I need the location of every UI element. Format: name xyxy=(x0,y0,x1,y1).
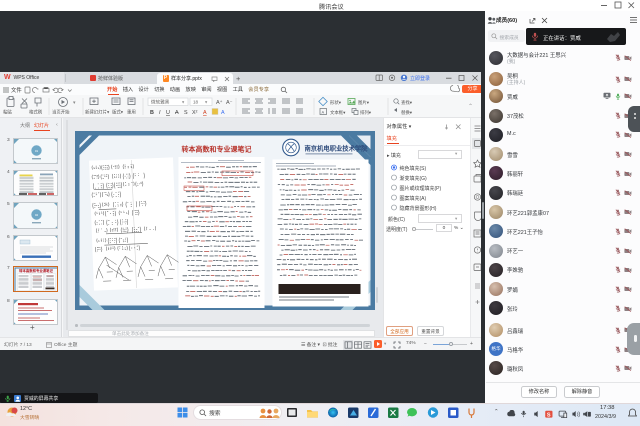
svg-text:A⁺: A⁺ xyxy=(216,99,223,106)
svg-text:U: U xyxy=(166,110,170,116)
svg-text:文本框▾: 文本框▾ xyxy=(330,109,345,116)
svg-text:形状▾: 形状▾ xyxy=(330,99,341,106)
svg-text:当页开始: 当页开始 xyxy=(52,109,70,116)
svg-text:▾: ▾ xyxy=(73,100,76,106)
svg-text:A⁻: A⁻ xyxy=(226,100,233,106)
svg-text:微软雅黑: 微软雅黑 xyxy=(151,99,170,106)
svg-text:替换▾: 替换▾ xyxy=(401,109,412,116)
svg-text:01: 01 xyxy=(35,149,39,153)
svg-text:S: S xyxy=(547,412,551,418)
svg-text:⌃: ⌃ xyxy=(468,103,473,110)
svg-text:格式刷: 格式刷 xyxy=(29,109,43,116)
svg-text:图片▾: 图片▾ xyxy=(358,99,369,106)
svg-text:02: 02 xyxy=(35,213,39,217)
svg-text:转本高数和专业课笔记: 转本高数和专业课笔记 xyxy=(20,268,54,273)
svg-text:南京机电职业技术学院: 南京机电职业技术学院 xyxy=(304,144,368,153)
svg-text:重用: 重用 xyxy=(127,109,136,116)
svg-text:S: S xyxy=(184,110,188,116)
svg-text:A: A xyxy=(175,110,179,116)
svg-text:A: A xyxy=(322,109,325,114)
svg-text:转本高数和专业课笔记: 转本高数和专业课笔记 xyxy=(181,145,251,154)
svg-text:粘贴: 粘贴 xyxy=(3,109,12,116)
svg-text:A: A xyxy=(203,110,207,116)
svg-text:版式▾: 版式▾ xyxy=(112,109,123,116)
svg-text:新建幻灯片▾: 新建幻灯片▾ xyxy=(85,109,109,116)
svg-text:A: A xyxy=(221,110,225,116)
svg-text:B: B xyxy=(150,110,154,116)
svg-text:查找▾: 查找▾ xyxy=(401,99,412,106)
svg-text:排列▾: 排列▾ xyxy=(360,109,371,116)
svg-text:18: 18 xyxy=(193,100,199,105)
svg-text:X²: X² xyxy=(192,110,198,116)
svg-text:I: I xyxy=(159,110,161,116)
